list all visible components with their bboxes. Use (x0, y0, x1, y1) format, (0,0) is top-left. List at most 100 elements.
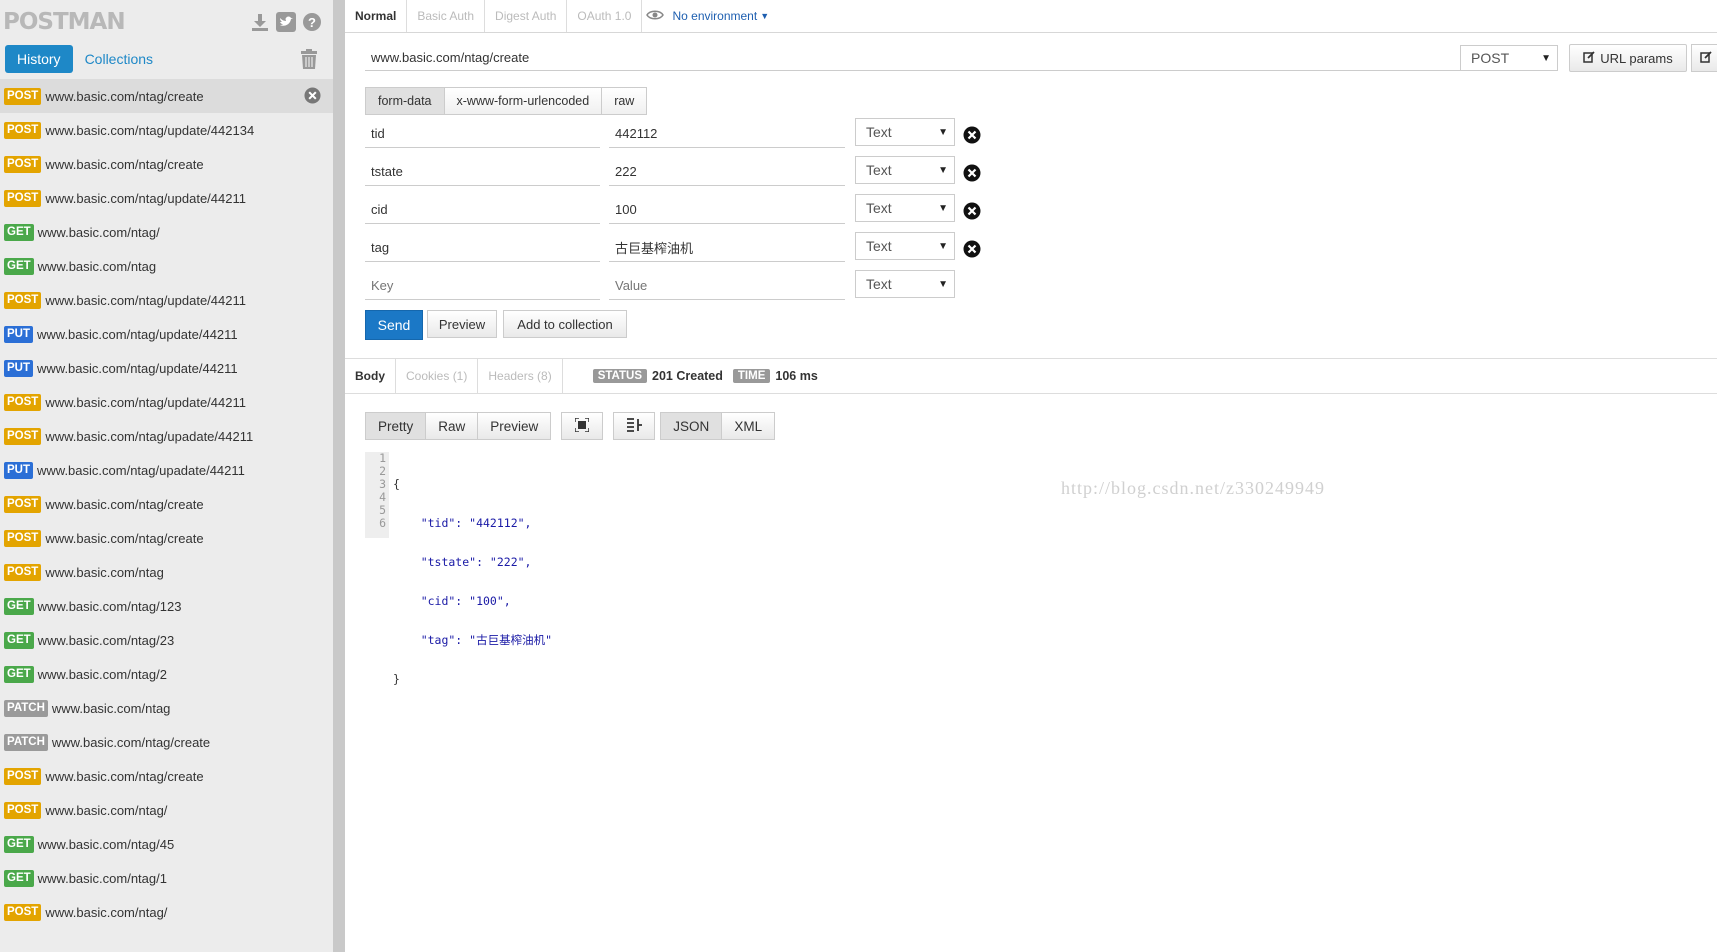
param-key-input[interactable] (365, 158, 600, 186)
tab-cookies[interactable]: Cookies (1) (396, 359, 479, 393)
history-item[interactable]: POST www.basic.com/ntag/ (0, 895, 333, 929)
history-item[interactable]: POST www.basic.com/ntag/update/44211 (0, 181, 333, 215)
param-key-input[interactable] (365, 272, 600, 300)
method-badge: POST (4, 393, 42, 411)
method-badge: GET (4, 257, 34, 275)
param-row: Text ▼ (365, 232, 985, 268)
history-item[interactable]: GET www.basic.com/ntag/ (0, 215, 333, 249)
history-item[interactable]: POST www.basic.com/ntag/update/44211 (0, 283, 333, 317)
method-badge: PUT (4, 461, 33, 479)
trash-icon[interactable] (300, 49, 318, 74)
history-list: POST www.basic.com/ntag/create POST www.bas… (0, 79, 333, 929)
history-item[interactable]: POST www.basic.com/ntag/update/44211 (0, 385, 333, 419)
wrap-button[interactable] (613, 412, 656, 440)
url-input[interactable] (365, 44, 1467, 71)
history-item[interactable]: POST www.basic.com/ntag/update/442134 (0, 113, 333, 147)
history-item[interactable]: POST www.basic.com/ntag/create (0, 147, 333, 181)
help-icon[interactable]: ? (302, 12, 322, 32)
history-item[interactable]: GET www.basic.com/ntag/123 (0, 589, 333, 623)
preview-view-button[interactable]: Preview (477, 412, 552, 440)
tab-basic-auth[interactable]: Basic Auth (407, 0, 486, 32)
history-item[interactable]: PUT www.basic.com/ntag/upadate/44211 (0, 453, 333, 487)
headers-button[interactable] (1691, 44, 1717, 72)
tab-form-data[interactable]: form-data (365, 87, 445, 115)
history-item[interactable]: GET www.basic.com/ntag/1 (0, 861, 333, 895)
preview-button[interactable]: Preview (427, 310, 497, 338)
fullscreen-icon (574, 416, 591, 435)
param-value-input[interactable] (609, 234, 845, 262)
history-item[interactable]: POST www.basic.com/ntag/create (0, 521, 333, 555)
remove-param-icon[interactable] (963, 126, 981, 149)
send-button[interactable]: Send (365, 310, 423, 340)
param-value-input[interactable] (609, 272, 845, 300)
history-item[interactable]: POST www.basic.com/ntag/create (0, 487, 333, 521)
param-type-select[interactable]: Text ▼ (855, 118, 955, 146)
history-url: www.basic.com/ntag/create (51, 734, 211, 750)
tab-normal[interactable]: Normal (345, 0, 408, 32)
app-logo: POSTMAN (3, 9, 126, 35)
twitter-icon[interactable] (276, 12, 296, 32)
history-item[interactable]: POST www.basic.com/ntag/upadate/44211 (0, 419, 333, 453)
param-type-value: Text (866, 238, 892, 254)
param-key-input[interactable] (365, 196, 600, 224)
history-url: www.basic.com/ntag (37, 258, 157, 274)
history-item[interactable]: PUT www.basic.com/ntag/update/44211 (0, 317, 333, 351)
tab-history[interactable]: History (5, 45, 73, 73)
environment-selector[interactable]: No environment ▼ (646, 0, 769, 32)
param-value-input[interactable] (609, 120, 845, 148)
close-icon[interactable] (304, 87, 321, 107)
add-to-collection-button[interactable]: Add to collection (503, 310, 627, 338)
tab-headers[interactable]: Headers (8) (478, 359, 563, 393)
status-label: STATUS (592, 369, 648, 383)
xml-button[interactable]: XML (721, 412, 776, 440)
pretty-button[interactable]: Pretty (365, 412, 427, 440)
url-params-button[interactable]: URL params (1569, 44, 1687, 72)
raw-button[interactable]: Raw (425, 412, 479, 440)
param-type-select[interactable]: Text ▼ (855, 194, 955, 222)
method-badge: POST (4, 801, 42, 819)
chevron-down-icon: ▼ (938, 164, 948, 176)
remove-param-icon[interactable] (963, 202, 981, 225)
json-button[interactable]: JSON (660, 412, 723, 440)
history-url: www.basic.com/ntag (45, 564, 164, 580)
sidebar-divider[interactable] (333, 0, 345, 952)
tab-oauth[interactable]: OAuth 1.0 (567, 0, 643, 32)
history-item[interactable]: GET www.basic.com/ntag/45 (0, 827, 333, 861)
tab-urlencoded[interactable]: x-www-form-urlencoded (443, 87, 603, 115)
history-item[interactable]: POST www.basic.com/ntag/create (0, 79, 333, 113)
history-item[interactable]: POST www.basic.com/ntag/ (0, 793, 333, 827)
param-key-input[interactable] (365, 234, 600, 262)
param-type-select[interactable]: Text ▼ (855, 232, 955, 260)
param-type-select[interactable]: Text ▼ (855, 270, 955, 298)
method-badge: POST (4, 529, 42, 547)
history-url: www.basic.com/ntag/45 (37, 836, 175, 852)
history-url: www.basic.com/ntag/create (45, 156, 204, 172)
method-badge: POST (4, 903, 42, 921)
remove-param-icon[interactable] (963, 240, 981, 263)
history-item[interactable]: PATCH www.basic.com/ntag/create (0, 725, 333, 759)
param-value-input[interactable] (609, 196, 845, 224)
method-select[interactable]: POST ▼ (1460, 45, 1558, 71)
param-type-select[interactable]: Text ▼ (855, 156, 955, 184)
tab-body[interactable]: Body (345, 359, 396, 393)
chevron-down-icon: ▼ (938, 126, 948, 138)
history-item[interactable]: PUT www.basic.com/ntag/update/44211 (0, 351, 333, 385)
tab-collections[interactable]: Collections (73, 45, 165, 73)
history-item[interactable]: PATCH www.basic.com/ntag (0, 691, 333, 725)
history-url: www.basic.com/ntag/create (45, 496, 204, 512)
history-item[interactable]: GET www.basic.com/ntag/23 (0, 623, 333, 657)
history-item[interactable]: POST www.basic.com/ntag (0, 555, 333, 589)
download-icon[interactable] (250, 12, 270, 32)
fullscreen-button[interactable] (561, 412, 604, 440)
remove-param-icon[interactable] (963, 164, 981, 187)
method-badge: PATCH (4, 733, 48, 751)
code-line: { (393, 477, 400, 491)
history-item[interactable]: GET www.basic.com/ntag/2 (0, 657, 333, 691)
tab-digest-auth[interactable]: Digest Auth (485, 0, 568, 32)
history-item[interactable]: POST www.basic.com/ntag/create (0, 759, 333, 793)
param-key-input[interactable] (365, 120, 600, 148)
param-value-input[interactable] (609, 158, 845, 186)
tab-raw[interactable]: raw (601, 87, 648, 115)
method-badge: POST (4, 495, 42, 513)
history-item[interactable]: GET www.basic.com/ntag (0, 249, 333, 283)
